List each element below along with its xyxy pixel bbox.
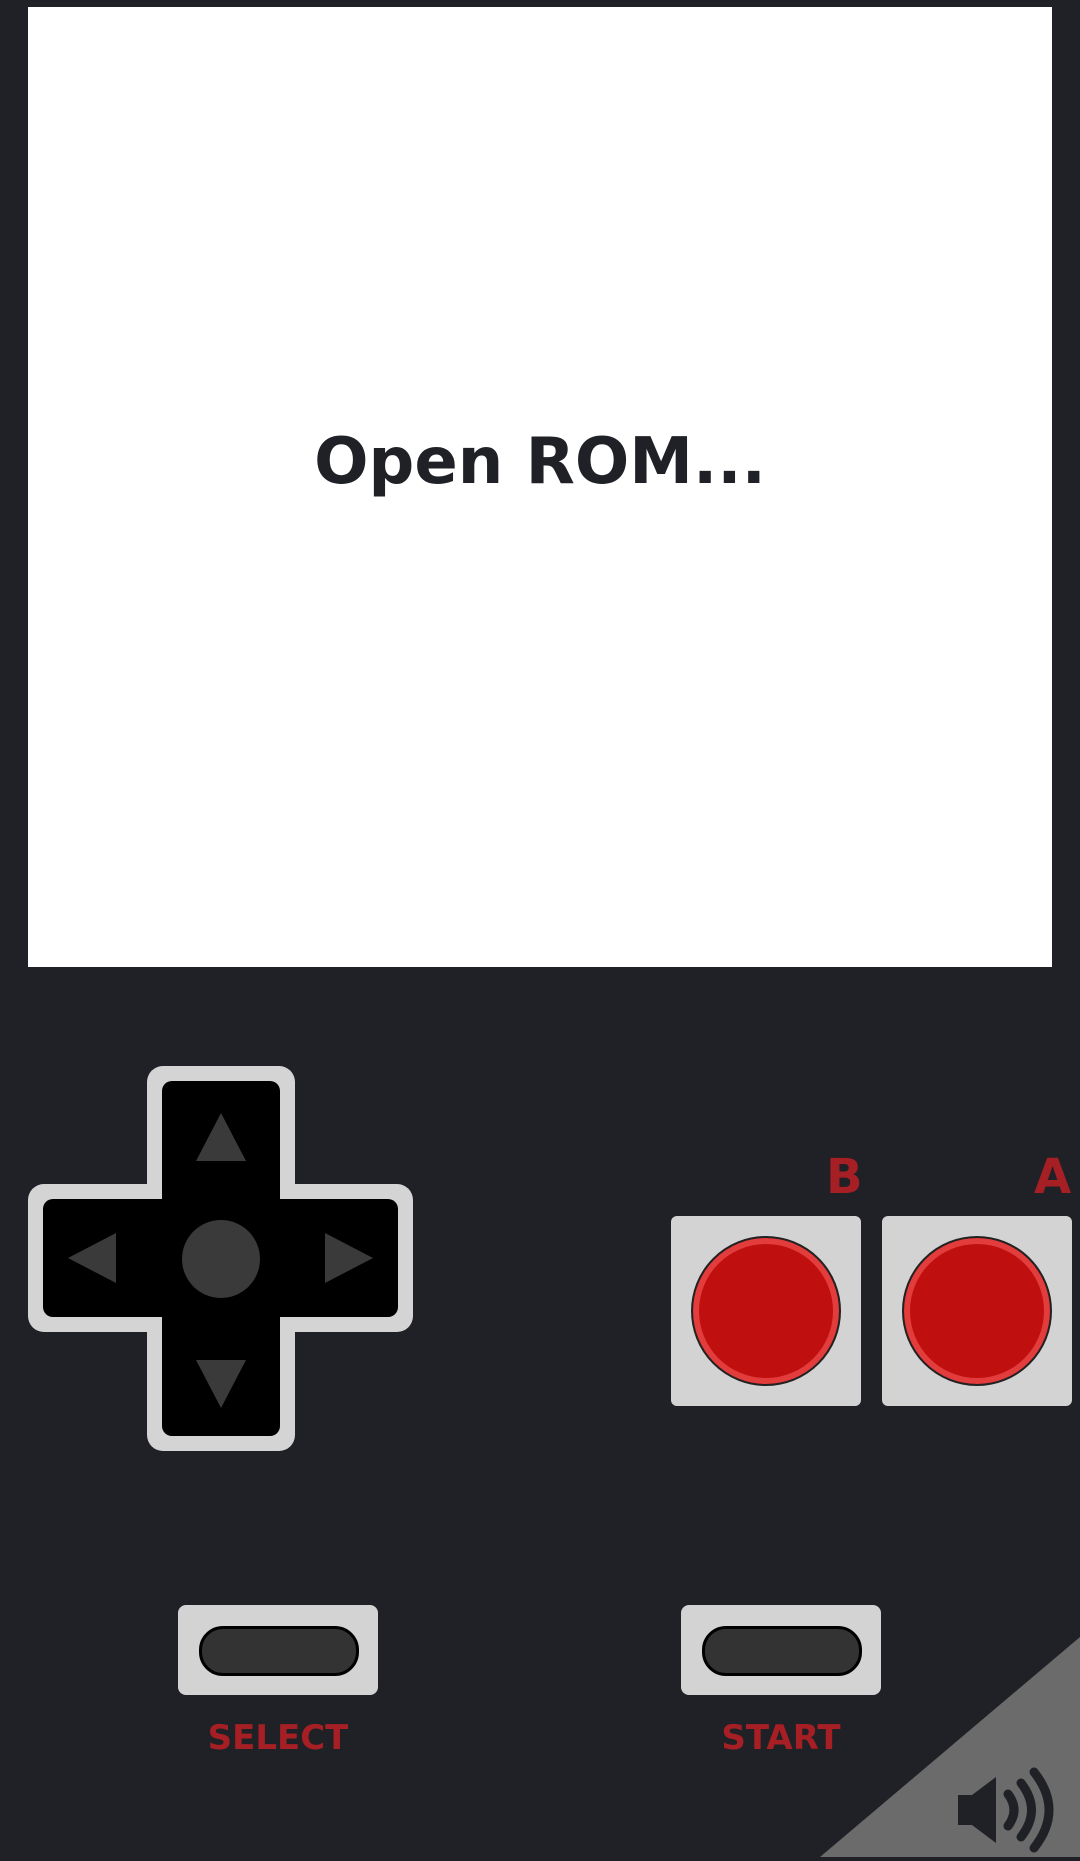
up-arrow-icon	[196, 1113, 246, 1161]
b-button-cap	[691, 1236, 841, 1386]
b-button-label: B	[826, 1149, 863, 1205]
a-button[interactable]	[882, 1216, 1072, 1406]
b-button[interactable]	[671, 1216, 861, 1406]
a-button-cap	[902, 1236, 1052, 1386]
select-label: SELECT	[207, 1718, 349, 1758]
right-arrow-icon	[325, 1233, 373, 1283]
a-button-label: A	[1034, 1149, 1072, 1205]
sound-corner-shape	[820, 1637, 1080, 1857]
select-button-cap	[199, 1626, 359, 1676]
dpad-center	[182, 1220, 260, 1298]
sound-toggle-button[interactable]	[820, 1637, 1080, 1857]
game-screen[interactable]: Open ROM...	[28, 7, 1052, 967]
left-arrow-icon	[68, 1233, 116, 1283]
down-arrow-icon	[196, 1360, 246, 1408]
select-button[interactable]	[178, 1605, 378, 1695]
open-rom-label: Open ROM...	[314, 425, 766, 499]
